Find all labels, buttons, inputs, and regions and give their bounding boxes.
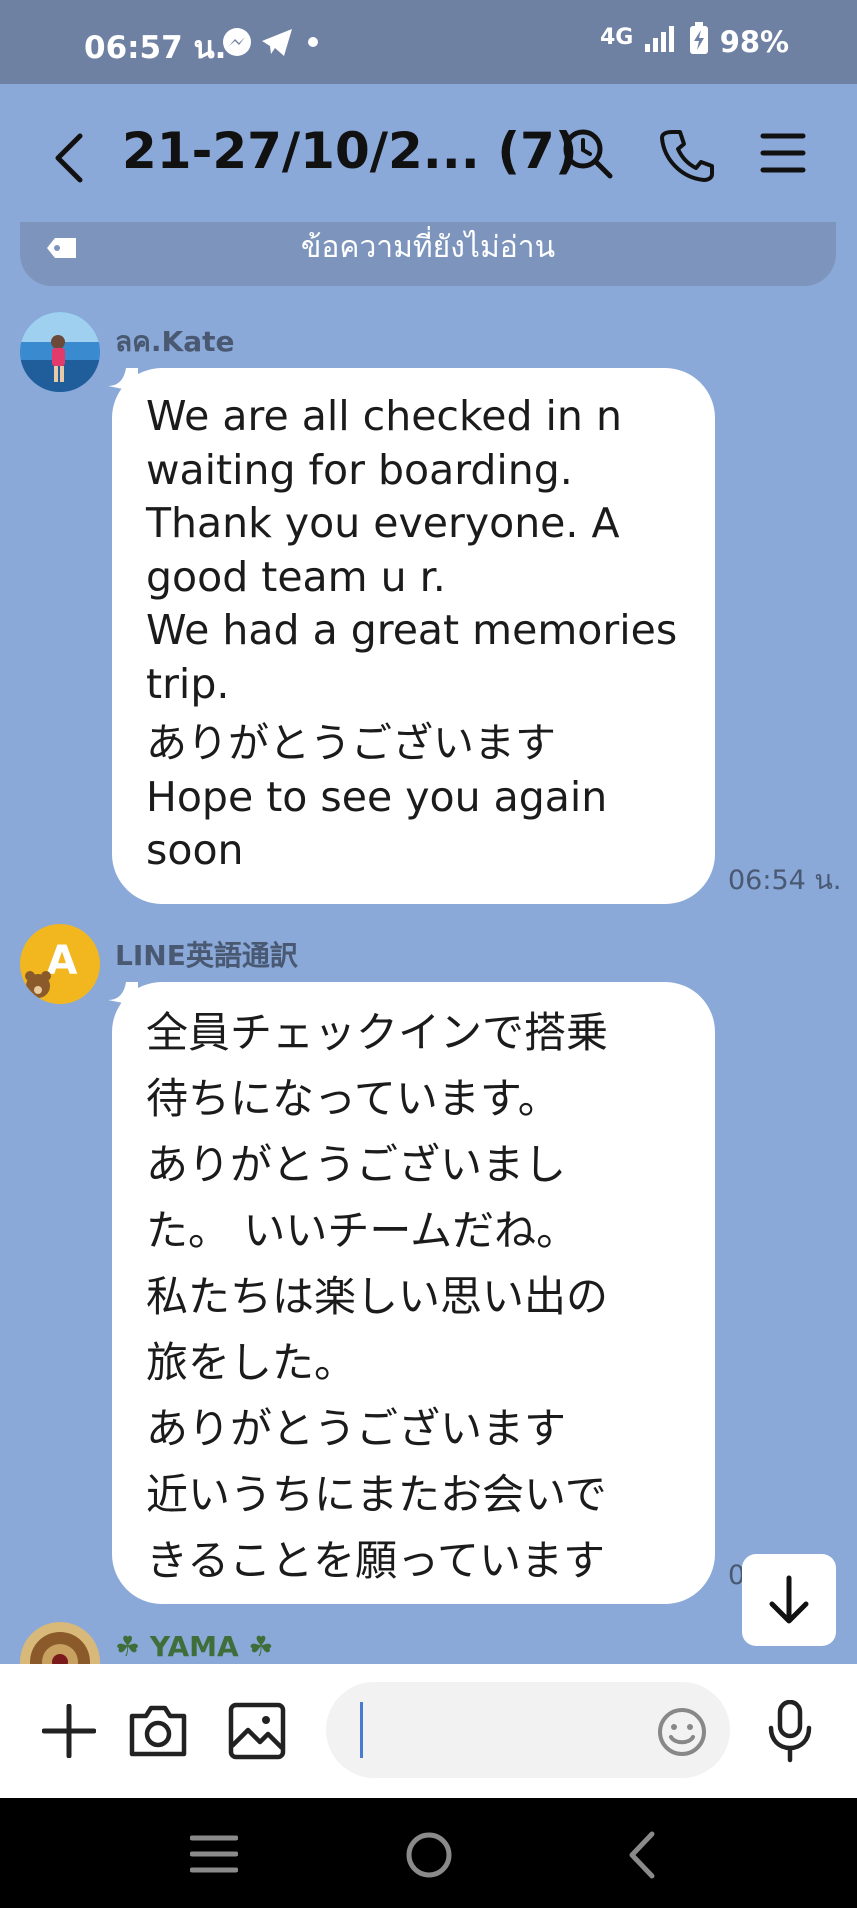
- message-text: good team u r.: [146, 552, 446, 601]
- message-bubble[interactable]: We are all checked in n waiting for boar…: [108, 368, 715, 904]
- avatar-photo-icon: [20, 1622, 100, 1664]
- battery-charging-icon: [689, 22, 708, 54]
- sender-name: ☘ YAMA ☘: [115, 1630, 274, 1663]
- sender-name: LINE英語通訳: [115, 939, 298, 972]
- chat-title[interactable]: 21-27/10/2... (7): [122, 122, 578, 180]
- message-text: We are all checked in n: [146, 392, 622, 440]
- arrow-down-icon: [769, 1575, 809, 1624]
- back-arrow-icon[interactable]: [48, 130, 88, 186]
- text-caret: [360, 1702, 363, 1758]
- avatar-letter: A: [47, 938, 78, 984]
- message-text: 待ちになっています。: [146, 1074, 560, 1123]
- back-nav-icon[interactable]: [624, 1830, 660, 1880]
- avatar-line-translator[interactable]: A: [20, 924, 100, 1004]
- message-text: Hope to see you again: [146, 772, 608, 821]
- message-bubble[interactable]: 全員チェックインで搭乗 待ちになっています。 ありがとうございまし た。 いいチ…: [108, 982, 715, 1604]
- message-text: ありがとうございまし: [146, 1140, 567, 1189]
- avatar-photo-icon: [20, 312, 100, 392]
- chat-header: 21-27/10/2... (7): [0, 84, 857, 224]
- bubble-tail: [108, 982, 138, 1006]
- microphone-icon[interactable]: [766, 1700, 814, 1764]
- status-time: 06:57 น.: [84, 30, 227, 66]
- unread-messages-banner: ข้อความที่ยังไม่อ่าน: [20, 222, 836, 286]
- translator-avatar-icon: A: [20, 924, 100, 1004]
- avatar-kate[interactable]: [20, 312, 100, 392]
- bubble-tail: [108, 368, 138, 392]
- dot-icon: [308, 37, 318, 47]
- notification-icons: [223, 28, 318, 56]
- message-text: We had a great memories: [146, 606, 678, 654]
- message-time: 06:54 น.: [728, 865, 842, 896]
- phone-icon[interactable]: [658, 126, 714, 182]
- message-text: soon: [146, 826, 244, 874]
- status-bar: 06:57 น. 4G 98%: [0, 0, 857, 84]
- search-icon[interactable]: [560, 126, 616, 182]
- image-icon[interactable]: [228, 1702, 286, 1760]
- plus-icon[interactable]: [42, 1704, 96, 1758]
- status-right: 4G 98%: [600, 22, 789, 59]
- tag-icon: [47, 238, 76, 258]
- message-text: waiting for boarding.: [146, 445, 573, 494]
- signal-icon: [645, 26, 675, 52]
- emoji-icon[interactable]: [656, 1706, 708, 1758]
- unread-label: ข้อความที่ยังไม่อ่าน: [300, 230, 556, 265]
- message-text: Thank you everyone. A: [146, 499, 620, 547]
- network-label: 4G: [600, 25, 634, 50]
- battery-percent: 98%: [719, 25, 790, 59]
- camera-icon[interactable]: [128, 1702, 188, 1760]
- message-text: ありがとうございます: [146, 719, 556, 767]
- message-text: 全員チェックインで搭乗: [146, 1008, 609, 1057]
- scroll-to-bottom-button[interactable]: [742, 1554, 836, 1646]
- message-text: ありがとうございます: [146, 1404, 567, 1453]
- message-text: 旅をした。: [146, 1338, 357, 1387]
- message-text: た。 いいチームだね。: [146, 1206, 579, 1255]
- message-input-bar: [0, 1664, 857, 1798]
- message-text: 私たちは楽しい思い出の: [146, 1272, 609, 1321]
- menu-icon[interactable]: [760, 130, 806, 176]
- sender-name: ลค.Kate: [115, 325, 235, 358]
- message-text: きることを願っています: [146, 1536, 606, 1585]
- message-text: trip.: [146, 659, 230, 708]
- avatar-yama[interactable]: [20, 1622, 100, 1664]
- home-icon[interactable]: [404, 1830, 454, 1880]
- recent-apps-icon[interactable]: [190, 1834, 238, 1874]
- messenger-icon: [223, 28, 251, 56]
- message-text: 近いうちにまたお会いで: [146, 1470, 607, 1519]
- system-navigation-bar: [0, 1798, 857, 1908]
- telegram-icon: [262, 29, 292, 56]
